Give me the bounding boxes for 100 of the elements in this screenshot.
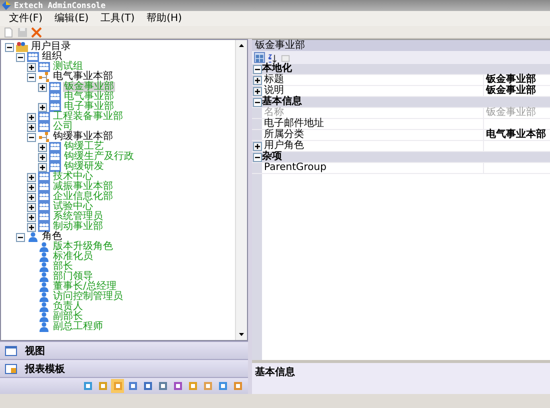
expand-toggle-icon[interactable] [27, 172, 36, 182]
expand-toggle-icon[interactable] [38, 152, 47, 162]
panel-header[interactable]: 报表模板 [0, 359, 248, 377]
tree-item[interactable]: 电气事业本部 [52, 72, 114, 82]
tree-item[interactable]: 减振事业本部 [52, 182, 114, 192]
tree-item[interactable]: 技术中心 [52, 172, 94, 182]
property-name: 标题 [262, 75, 484, 85]
panel-title: 报表模板 [25, 362, 65, 376]
expand-toggle-icon[interactable] [27, 222, 36, 232]
tree-item[interactable]: 标准化员 [52, 252, 94, 262]
tree-item[interactable]: 工程装备事业部 [52, 112, 124, 122]
menu-item[interactable]: 工具(T) [96, 12, 140, 26]
expand-toggle-icon[interactable] [38, 82, 47, 92]
sort-icon [268, 53, 277, 64]
tree-item[interactable]: 组织 [41, 52, 63, 62]
collapse-toggle-icon[interactable] [16, 52, 25, 62]
hierarchy-icon [38, 72, 50, 82]
panel-shortcut-button[interactable] [216, 379, 229, 393]
group-icon [49, 102, 61, 112]
panel-shortcut-button[interactable] [156, 379, 169, 393]
group-icon [27, 52, 39, 62]
tree-item[interactable]: 测试组 [52, 62, 84, 72]
category-label: 基本信息 [262, 97, 550, 107]
expand-toggle-icon[interactable] [38, 162, 47, 172]
window-icon [5, 346, 17, 356]
alphabetical-view-button[interactable] [267, 52, 278, 63]
tree-item[interactable]: 副总工程师 [52, 322, 104, 332]
property-value[interactable]: 钣金事业部 [484, 86, 550, 96]
expand-toggle-icon[interactable] [27, 62, 36, 72]
collapse-toggle-icon[interactable] [16, 232, 25, 242]
collapse-toggle-icon[interactable] [27, 72, 36, 82]
tree-item[interactable]: 角色 [41, 232, 63, 242]
person-icon [38, 282, 50, 292]
group-icon [38, 192, 50, 202]
window-title: Extech AdminConsole [14, 0, 106, 11]
tree-item[interactable]: 电气事业部 [63, 92, 115, 102]
tree-item[interactable]: 负责人 [52, 302, 84, 312]
menu-item[interactable]: 帮助(H) [142, 12, 187, 26]
group-icon [38, 62, 50, 72]
tree-item[interactable]: 部长 [52, 262, 74, 272]
expand-toggle-icon[interactable] [252, 142, 262, 150]
tree-item[interactable]: 副部长 [52, 312, 84, 322]
person-icon [38, 292, 50, 302]
tree-item[interactable]: 钩缓生产及行政 [63, 152, 135, 162]
tree-item[interactable]: 电子事业部 [63, 102, 115, 112]
expand-toggle-icon[interactable] [38, 102, 47, 112]
panel-shortcut-button[interactable] [81, 379, 94, 393]
collapse-toggle-icon[interactable] [27, 132, 36, 142]
expand-toggle-icon[interactable] [38, 142, 47, 152]
person-icon [38, 312, 50, 322]
tree-item[interactable]: 试验中心 [52, 202, 94, 212]
panel-shortcut-button[interactable] [231, 379, 244, 393]
panel-shortcut-button[interactable] [171, 379, 184, 393]
panel-header[interactable]: 视图 [0, 341, 248, 359]
tree-item[interactable]: 钩缓事业本部 [52, 132, 114, 142]
menu-item[interactable]: 编辑(E) [50, 12, 94, 26]
expand-toggle-icon[interactable] [27, 212, 36, 222]
expand-toggle-icon[interactable] [252, 76, 262, 84]
tree-item[interactable]: 钩缓工艺 [63, 142, 105, 152]
collapse-toggle-icon[interactable] [252, 64, 262, 74]
expand-toggle-icon[interactable] [27, 122, 36, 132]
collapse-toggle-icon[interactable] [252, 98, 262, 106]
group-icon [49, 92, 61, 102]
property-value[interactable]: 电气事业本部 [484, 130, 550, 140]
panel-shortcut-button[interactable] [126, 379, 139, 393]
panel-shortcut-button[interactable] [141, 379, 154, 393]
tree-item[interactable]: 部门领导 [52, 272, 94, 282]
expand-toggle-icon[interactable] [27, 112, 36, 122]
group-icon [38, 222, 50, 232]
tree-item[interactable]: 用户目录 [30, 42, 72, 52]
tree-item[interactable]: 公司 [52, 122, 74, 132]
expand-toggle-icon[interactable] [252, 86, 262, 96]
collapse-toggle-icon[interactable] [252, 152, 262, 162]
categorized-icon [255, 53, 264, 64]
property-value[interactable]: 钣金事业部 [484, 108, 550, 118]
property-name: 用户角色 [262, 141, 484, 151]
tree-item[interactable]: 企业信息化部 [52, 192, 114, 202]
delete-icon[interactable] [31, 26, 42, 38]
menu-item[interactable]: 文件(F) [4, 12, 48, 26]
tree-item[interactable]: 系统管理员 [52, 212, 104, 222]
property-name: 所属分类 [262, 130, 484, 140]
expand-toggle-icon[interactable] [27, 182, 36, 192]
expand-toggle-icon[interactable] [27, 202, 36, 212]
tree-item[interactable]: 钣金事业部 [63, 82, 115, 92]
person-icon [38, 262, 50, 272]
property-name: 电子邮件地址 [262, 119, 484, 129]
person-icon [38, 242, 50, 252]
group-icon [49, 82, 61, 92]
tree-item[interactable]: 访问控制管理员 [52, 292, 124, 302]
category-label: 杂项 [262, 152, 550, 162]
tree-item[interactable]: 钩缓研发 [63, 162, 105, 172]
category-label: 本地化 [262, 64, 550, 74]
collapse-toggle-icon[interactable] [5, 42, 14, 52]
scrollbar[interactable] [235, 40, 247, 340]
property-value[interactable]: 钣金事业部 [484, 75, 550, 85]
tree-item[interactable]: 制动事业部 [52, 222, 104, 232]
tree-item[interactable]: 版本升级角色 [52, 242, 114, 252]
expand-toggle-icon[interactable] [27, 192, 36, 202]
tree-item[interactable]: 董事长/总经理 [52, 282, 118, 292]
person-icon [38, 302, 50, 312]
